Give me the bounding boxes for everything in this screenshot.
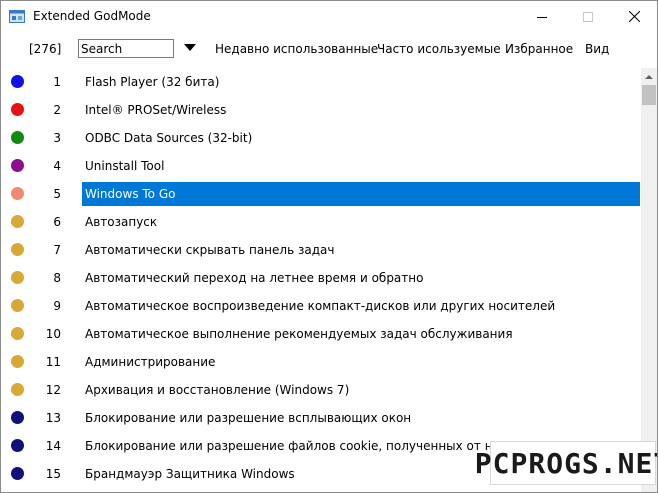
item-number: 9	[53, 299, 61, 313]
category-color-icon	[11, 131, 24, 144]
item-number: 11	[45, 355, 61, 369]
list-item[interactable]: 5 Windows To Go	[1, 180, 641, 208]
app-window: Extended GodMode [276] Недавно использов…	[0, 0, 658, 493]
menu-recently-used[interactable]: Недавно использованные	[215, 42, 378, 56]
list-item[interactable]: 1 Flash Player (32 бита)	[1, 68, 641, 96]
menu-view[interactable]: Вид	[585, 42, 609, 56]
close-icon	[628, 11, 640, 22]
category-color-icon	[11, 439, 24, 452]
category-color-icon	[11, 327, 24, 340]
maximize-icon	[583, 11, 593, 22]
list-item[interactable]: 4 Uninstall Tool	[1, 152, 641, 180]
category-color-icon	[11, 243, 24, 256]
toolbar: [276] Недавно использованные Часто исоль…	[1, 32, 657, 66]
list-item[interactable]: 3 ODBC Data Sources (32-bit)	[1, 124, 641, 152]
item-label: Автоматическое воспроизведение компакт-д…	[85, 299, 556, 313]
search-input[interactable]	[78, 39, 174, 58]
item-number: 8	[53, 271, 61, 285]
menu-favorites[interactable]: Избранное	[505, 42, 573, 56]
minimize-button[interactable]	[519, 1, 565, 32]
vertical-scrollbar[interactable]	[641, 68, 657, 492]
category-color-icon	[11, 187, 24, 200]
item-label: Автоматический переход на летнее время и…	[85, 271, 424, 285]
chevron-up-icon	[645, 74, 653, 79]
list-item[interactable]: 7 Автоматически скрывать панель задач	[1, 236, 641, 264]
category-color-icon	[11, 103, 24, 116]
item-label: ODBC Data Sources (32-bit)	[85, 131, 253, 145]
window-title: Extended GodMode	[33, 9, 151, 23]
item-label: Uninstall Tool	[85, 159, 165, 173]
item-label: Автоматическое выполнение рекомендуемых …	[85, 327, 513, 341]
category-color-icon	[11, 383, 24, 396]
category-color-icon	[11, 271, 24, 284]
item-number: 6	[53, 215, 61, 229]
category-color-icon	[11, 411, 24, 424]
close-button[interactable]	[611, 1, 657, 32]
item-label: Автоматически скрывать панель задач	[85, 243, 335, 257]
item-number: 14	[45, 439, 61, 453]
item-number: 7	[53, 243, 61, 257]
list-item[interactable]: 13 Блокирование или разрешение всплывающи…	[1, 404, 641, 432]
item-number: 5	[53, 187, 61, 201]
list-item[interactable]: 11 Администрирование	[1, 348, 641, 376]
item-count: [276]	[29, 42, 62, 56]
list-item[interactable]: 10 Автоматическое выполнение рекомендуемы…	[1, 320, 641, 348]
item-label: Блокирование или разрешение всплывающих …	[85, 411, 412, 425]
item-number: 4	[53, 159, 61, 173]
item-number: 3	[53, 131, 61, 145]
item-label: Автозапуск	[85, 215, 158, 229]
item-label: Архивация и восстановление (Windows 7)	[85, 383, 350, 397]
item-number: 15	[45, 467, 61, 481]
item-number: 12	[45, 383, 61, 397]
settings-list: 1 Flash Player (32 бита) 2 Intel® PROSet/Wi…	[1, 68, 641, 492]
list-item[interactable]: 8 Автоматический переход на летнее время …	[1, 264, 641, 292]
item-number: 2	[53, 103, 61, 117]
category-color-icon	[11, 75, 24, 88]
item-number: 10	[45, 327, 61, 341]
title-bar[interactable]: Extended GodMode	[1, 1, 657, 32]
scrollbar-thumb[interactable]	[642, 85, 656, 105]
category-color-icon	[11, 159, 24, 172]
item-label: Intel® PROSet/Wireless	[85, 103, 227, 117]
watermark-logo: PCPROGS.NET	[475, 441, 657, 485]
list-item[interactable]: 12 Архивация и восстановление (Windows 7)	[1, 376, 641, 404]
item-number: 13	[45, 411, 61, 425]
item-label: Flash Player (32 бита)	[85, 75, 220, 89]
maximize-button[interactable]	[565, 1, 611, 32]
category-color-icon	[11, 467, 24, 480]
minimize-icon	[537, 16, 547, 18]
list-item[interactable]: 2 Intel® PROSet/Wireless	[1, 96, 641, 124]
category-color-icon	[11, 355, 24, 368]
list-item[interactable]: 6 Автозапуск	[1, 208, 641, 236]
scroll-up-button[interactable]	[641, 68, 657, 85]
search-dropdown-icon[interactable]	[184, 44, 196, 51]
category-color-icon	[11, 299, 24, 312]
category-color-icon	[11, 215, 24, 228]
app-icon	[9, 10, 25, 23]
item-label: Windows To Go	[82, 182, 640, 206]
item-label: Администрирование	[85, 355, 216, 369]
menu-frequently-used[interactable]: Часто исользуемые	[377, 42, 501, 56]
item-number: 1	[53, 75, 61, 89]
list-item[interactable]: 9 Автоматическое воспроизведение компакт-…	[1, 292, 641, 320]
